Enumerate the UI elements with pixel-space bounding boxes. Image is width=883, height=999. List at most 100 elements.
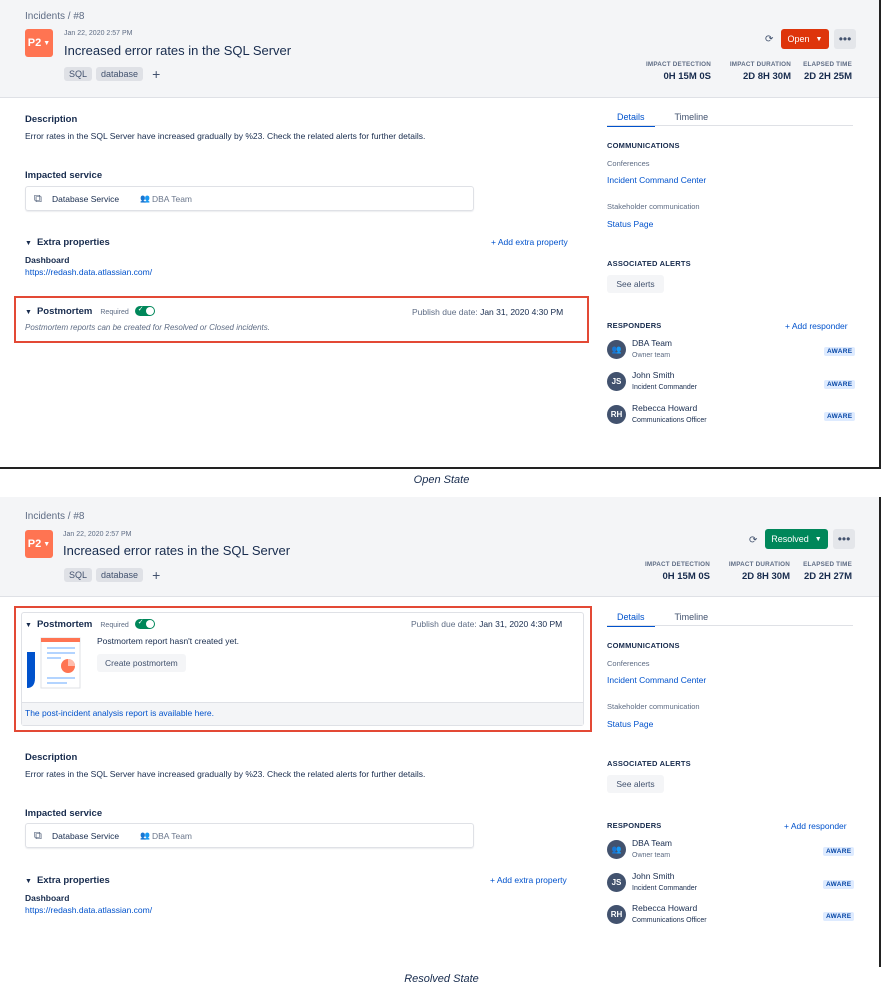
metric-elapsed-time: ELAPSED TIME 2D 2H 27M [803, 561, 852, 582]
priority-dropdown[interactable]: P2 ▼ [25, 530, 53, 558]
team-name: DBA Team [152, 831, 193, 841]
metric-value: 0H 15M 0S [663, 71, 711, 82]
responder-name: John Smith [632, 370, 675, 380]
impacted-service-card[interactable]: ⧉ Database Service 👥 DBA Team [25, 823, 474, 848]
extra-properties-heading: Extra properties [36, 237, 110, 248]
tag[interactable]: database [96, 67, 144, 81]
communications-heading: COMMUNICATIONS [607, 141, 680, 150]
postmortem-report-illustration-icon [27, 637, 81, 689]
extra-properties-toggle[interactable]: ▼ Extra properties [25, 875, 110, 886]
refresh-icon[interactable]: ⟳ [749, 535, 757, 546]
post-incident-report-link[interactable]: The post-incident analysis report is ava… [25, 708, 214, 718]
communications-heading: COMMUNICATIONS [607, 641, 680, 650]
description-text: Error rates in the SQL Server have incre… [25, 131, 426, 141]
status-dropdown-button[interactable]: Open ▼ [781, 29, 829, 49]
team-icon: 👥 [140, 194, 150, 203]
responders-heading: RESPONDERS [607, 821, 662, 830]
chevron-down-icon: ▼ [25, 309, 32, 316]
dashboard-link[interactable]: https://redash.data.atlassian.com/ [25, 267, 152, 277]
breadcrumb[interactable]: Incidents / #8 [25, 11, 84, 22]
impacted-service-heading: Impacted service [25, 170, 103, 181]
postmortem-heading: Postmortem [36, 306, 93, 317]
metric-value: 2D 2H 25M [803, 71, 852, 82]
extra-properties-toggle[interactable]: ▼ Extra properties [25, 237, 110, 248]
team-name: DBA Team [152, 194, 193, 204]
metric-impact-detection: IMPACT DETECTION 0H 15M 0S [646, 61, 711, 82]
metric-value: 2D 8H 30M [741, 571, 790, 582]
metric-elapsed-time: ELAPSED TIME 2D 2H 25M [803, 61, 852, 82]
postmortem-note: Postmortem reports can be created for Re… [25, 323, 271, 332]
status-badge: AWARE [824, 347, 856, 356]
add-responder-link[interactable]: + Add responder [784, 821, 847, 831]
postmortem-toggle[interactable]: ▼ Postmortem Required ✓ [25, 306, 155, 317]
resolved-state-caption: Resolved State [404, 973, 479, 985]
priority-dropdown[interactable]: P2 ▼ [25, 29, 53, 57]
team-icon: 👥 [140, 831, 150, 840]
add-extra-property-link[interactable]: + Add extra property [490, 875, 567, 885]
description-heading: Description [25, 114, 78, 125]
add-tag-icon[interactable]: + [152, 568, 160, 582]
refresh-icon[interactable]: ⟳ [765, 34, 773, 45]
responders-heading: RESPONDERS [607, 321, 662, 330]
add-responder-link[interactable]: + Add responder [785, 321, 848, 331]
required-toggle[interactable]: ✓ [134, 619, 155, 630]
stakeholder-label: Stakeholder communication [607, 702, 700, 711]
chevron-down-icon: ▼ [25, 622, 32, 629]
metric-value: 0H 15M 0S [662, 571, 710, 582]
impacted-service-card[interactable]: ⧉ Database Service 👥 DBA Team [25, 186, 474, 211]
metric-label: ELAPSED TIME [803, 61, 852, 68]
postmortem-message: Postmortem report hasn't created yet. [97, 636, 239, 646]
status-dropdown-button[interactable]: Resolved ▼ [765, 529, 828, 549]
extra-properties-heading: Extra properties [36, 875, 110, 886]
metric-label: IMPACT DETECTION [644, 561, 710, 568]
responder-name: Rebecca Howard [632, 903, 698, 913]
status-badge: AWARE [823, 880, 855, 889]
create-postmortem-button[interactable]: Create postmortem [97, 654, 186, 672]
avatar: RH [607, 905, 626, 924]
responder-role: Incident Commander [632, 384, 697, 391]
more-options-icon[interactable]: ••• [834, 29, 856, 49]
required-toggle[interactable]: ✓ [134, 306, 155, 317]
conference-link[interactable]: Incident Command Center [607, 675, 706, 685]
conference-link[interactable]: Incident Command Center [607, 175, 706, 185]
status-badge: AWARE [824, 412, 856, 421]
breadcrumb[interactable]: Incidents / #8 [25, 511, 84, 522]
dashboard-link[interactable]: https://redash.data.atlassian.com/ [25, 905, 152, 915]
service-name: Database Service [52, 831, 120, 841]
tag[interactable]: SQL [64, 67, 93, 81]
see-alerts-button[interactable]: See alerts [607, 275, 664, 293]
publish-due-date: Publish due date: Jan 31, 2020 4:30 PM [411, 619, 563, 629]
status-page-link[interactable]: Status Page [607, 719, 653, 729]
chevron-down-icon: ▼ [25, 240, 32, 247]
incident-header: Incidents / #8 P2 ▼ Jan 22, 2020 2:57 PM … [0, 0, 879, 98]
responder-name: Rebecca Howard [632, 403, 698, 413]
more-options-icon[interactable]: ••• [833, 529, 855, 549]
team-avatar-icon: 👥 [607, 840, 626, 859]
responder-role: Owner team [632, 352, 671, 359]
associated-alerts-heading: ASSOCIATED ALERTS [607, 259, 691, 268]
service-name: Database Service [52, 194, 120, 204]
responder-name: John Smith [632, 871, 675, 881]
postmortem-toggle[interactable]: ▼ Postmortem Required ✓ [25, 619, 155, 630]
open-state-caption: Open State [413, 474, 470, 486]
chevron-down-icon: ▼ [25, 878, 32, 885]
add-extra-property-link[interactable]: + Add extra property [491, 237, 568, 247]
responder-role: Communications Officer [632, 417, 707, 424]
metric-label: IMPACT DURATION [728, 561, 790, 568]
metric-label: IMPACT DURATION [729, 61, 791, 68]
add-tag-icon[interactable]: + [152, 67, 160, 81]
dashboard-label: Dashboard [25, 255, 70, 265]
see-alerts-button[interactable]: See alerts [607, 775, 664, 793]
chevron-down-icon: ▼ [43, 39, 51, 47]
incident-date: Jan 22, 2020 2:57 PM [64, 30, 133, 37]
status-badge: AWARE [824, 380, 856, 389]
resolved-state-panel: Incidents / #8 P2 ▼ Jan 22, 2020 2:57 PM … [0, 497, 881, 967]
tag[interactable]: SQL [64, 568, 93, 582]
status-badge: AWARE [823, 912, 855, 921]
avatar: RH [607, 405, 626, 424]
metric-label: ELAPSED TIME [803, 561, 852, 568]
tag[interactable]: database [96, 568, 144, 582]
tag-list: SQL database + [64, 568, 160, 582]
status-page-link[interactable]: Status Page [607, 219, 653, 229]
postmortem-heading: Postmortem [36, 619, 93, 630]
